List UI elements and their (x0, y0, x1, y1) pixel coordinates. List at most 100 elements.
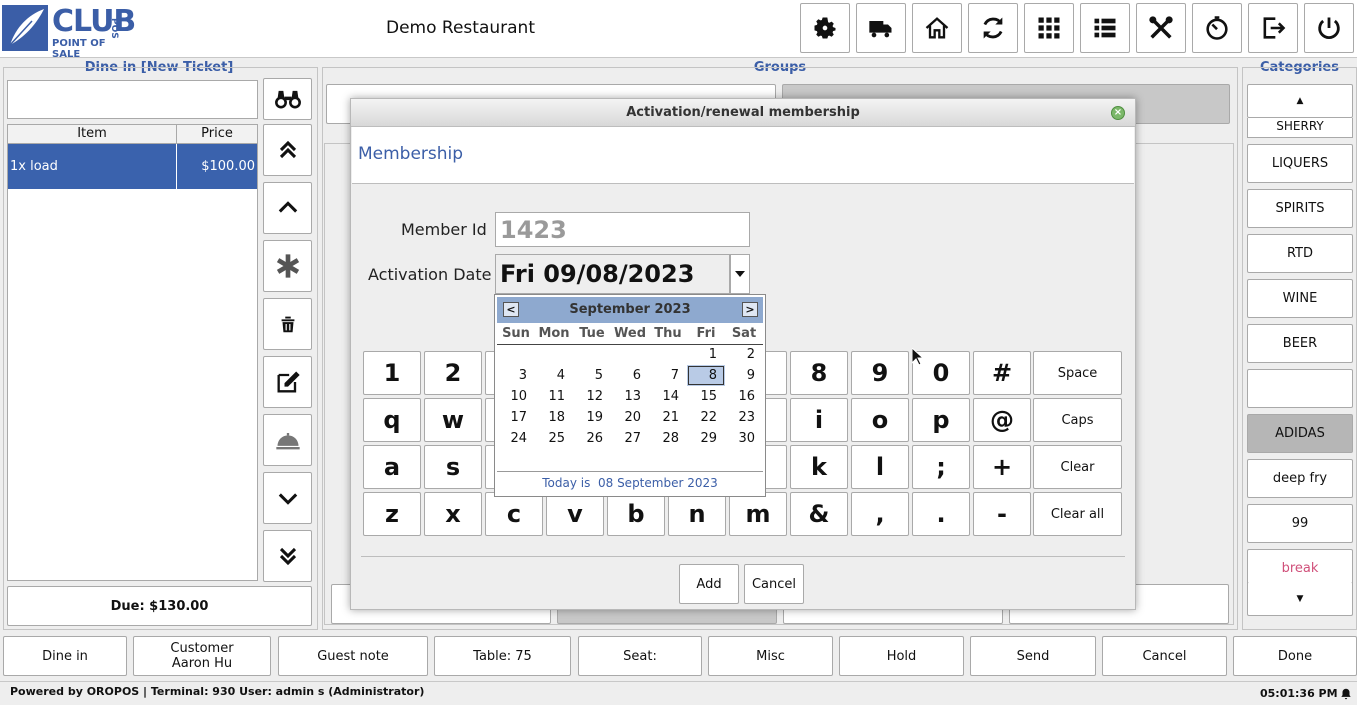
calendar-next-button[interactable]: > (742, 302, 758, 317)
key-r2c0[interactable]: a (363, 445, 421, 489)
calendar-day-22[interactable]: 22 (687, 407, 725, 428)
logout-button[interactable] (1248, 3, 1298, 53)
key-r0c0[interactable]: 1 (363, 351, 421, 395)
calendar-day-14[interactable]: 14 (649, 386, 687, 407)
key-r3c1[interactable]: x (424, 492, 482, 536)
calendar-day-19[interactable]: 19 (573, 407, 611, 428)
category-beer[interactable]: BEER (1247, 324, 1353, 363)
calendar-day-7[interactable]: 7 (649, 365, 687, 386)
category-deep-fry[interactable]: deep fry (1247, 459, 1353, 498)
key-clear[interactable]: Clear (1033, 445, 1122, 489)
key-r2c7[interactable]: k (790, 445, 848, 489)
categories-scroll-down-button[interactable]: ▼ (1247, 582, 1353, 616)
delete-item-button[interactable] (263, 298, 312, 350)
key-r2c8[interactable]: l (851, 445, 909, 489)
category-wine[interactable]: WINE (1247, 279, 1353, 318)
modifier-button[interactable] (263, 240, 312, 292)
calendar-day-16[interactable]: 16 (725, 386, 763, 407)
key-r1c7[interactable]: i (790, 398, 848, 442)
table-row[interactable]: 1x load $100.00 (8, 144, 257, 189)
calendar-day-20[interactable]: 20 (611, 407, 649, 428)
calendar-day-21[interactable]: 21 (649, 407, 687, 428)
category-99[interactable]: 99 (1247, 504, 1353, 543)
serve-button[interactable] (263, 414, 312, 466)
dine-in-button[interactable]: Dine in (3, 636, 127, 676)
calendar-day-9[interactable]: 9 (725, 365, 763, 386)
key-r1c10[interactable]: @ (973, 398, 1031, 442)
category-adidas[interactable]: ADIDAS (1247, 414, 1353, 453)
dialog-cancel-button[interactable]: Cancel (744, 564, 804, 604)
calendar-day-1[interactable]: 1 (687, 344, 725, 365)
key-r3c5[interactable]: n (668, 492, 726, 536)
key-clear-all[interactable]: Clear all (1033, 492, 1122, 536)
apps-button[interactable] (1024, 3, 1074, 53)
category-sherry[interactable]: SHERRY (1247, 118, 1353, 138)
key-r1c0[interactable]: q (363, 398, 421, 442)
calendar-day-8[interactable]: 8 (687, 365, 725, 386)
calendar-day-23[interactable]: 23 (725, 407, 763, 428)
key-r3c6[interactable]: m (729, 492, 787, 536)
key-r3c8[interactable]: , (851, 492, 909, 536)
list-button[interactable] (1080, 3, 1130, 53)
misc-button[interactable]: Misc (708, 636, 833, 676)
home-button[interactable] (912, 3, 962, 53)
calendar-day-25[interactable]: 25 (535, 428, 573, 449)
key-r3c0[interactable]: z (363, 492, 421, 536)
category-spirits[interactable]: SPIRITS (1247, 189, 1353, 228)
customer-button[interactable]: Customer Aaron Hu (133, 636, 271, 676)
key-r1c1[interactable]: w (424, 398, 482, 442)
calendar-day-29[interactable]: 29 (687, 428, 725, 449)
calendar-day-10[interactable]: 10 (497, 386, 535, 407)
col-item-header[interactable]: Item (8, 125, 177, 143)
calendar-day-13[interactable]: 13 (611, 386, 649, 407)
refresh-button[interactable] (968, 3, 1018, 53)
category-rtd[interactable]: RTD (1247, 234, 1353, 273)
calendar-day-17[interactable]: 17 (497, 407, 535, 428)
category-liquers[interactable]: LIQUERS (1247, 144, 1353, 183)
key-r0c7[interactable]: 8 (790, 351, 848, 395)
calendar-day-3[interactable]: 3 (497, 365, 535, 386)
today-label[interactable]: Today is 08 September 2023 (495, 476, 765, 490)
search-item-button[interactable] (263, 78, 312, 120)
calendar-day-27[interactable]: 27 (611, 428, 649, 449)
col-price-header[interactable]: Price (177, 125, 257, 143)
guest-note-button[interactable]: Guest note (278, 636, 428, 676)
calendar-day-18[interactable]: 18 (535, 407, 573, 428)
scroll-down-button[interactable] (263, 472, 312, 524)
calendar-day-6[interactable]: 6 (611, 365, 649, 386)
send-button[interactable]: Send (970, 636, 1096, 676)
key-r2c10[interactable]: + (973, 445, 1031, 489)
done-button[interactable]: Done (1233, 636, 1357, 676)
calendar-day-4[interactable]: 4 (535, 365, 573, 386)
calendar-day-26[interactable]: 26 (573, 428, 611, 449)
delivery-button[interactable] (856, 3, 906, 53)
key-r3c10[interactable]: - (973, 492, 1031, 536)
notification-bell-icon[interactable] (1339, 687, 1353, 701)
calendar-day-5[interactable]: 5 (573, 365, 611, 386)
key-r3c3[interactable]: v (546, 492, 604, 536)
key-r0c1[interactable]: 2 (424, 351, 482, 395)
categories-scroll-up-button[interactable]: ▲ (1247, 84, 1353, 118)
scroll-up-button[interactable] (263, 182, 312, 234)
key-r2c9[interactable]: ; (912, 445, 970, 489)
key-r3c2[interactable]: c (485, 492, 543, 536)
tools-button[interactable] (1136, 3, 1186, 53)
calendar-day-15[interactable]: 15 (687, 386, 725, 407)
power-button[interactable] (1304, 3, 1354, 53)
key-caps[interactable]: Caps (1033, 398, 1122, 442)
calendar-day-12[interactable]: 12 (573, 386, 611, 407)
key-r0c10[interactable]: # (973, 351, 1031, 395)
calendar-day-30[interactable]: 30 (725, 428, 763, 449)
key-r1c8[interactable]: o (851, 398, 909, 442)
seat-button[interactable]: Seat: (578, 636, 702, 676)
ticket-search-input[interactable] (7, 80, 258, 119)
timer-button[interactable] (1192, 3, 1242, 53)
key-r2c1[interactable]: s (424, 445, 482, 489)
table-button[interactable]: Table: 75 (434, 636, 571, 676)
add-button[interactable]: Add (679, 564, 739, 604)
edit-item-button[interactable] (263, 356, 312, 408)
calendar-day-24[interactable]: 24 (497, 428, 535, 449)
category-blank[interactable] (1247, 369, 1353, 408)
scroll-bottom-button[interactable] (263, 530, 312, 582)
calendar-day-11[interactable]: 11 (535, 386, 573, 407)
